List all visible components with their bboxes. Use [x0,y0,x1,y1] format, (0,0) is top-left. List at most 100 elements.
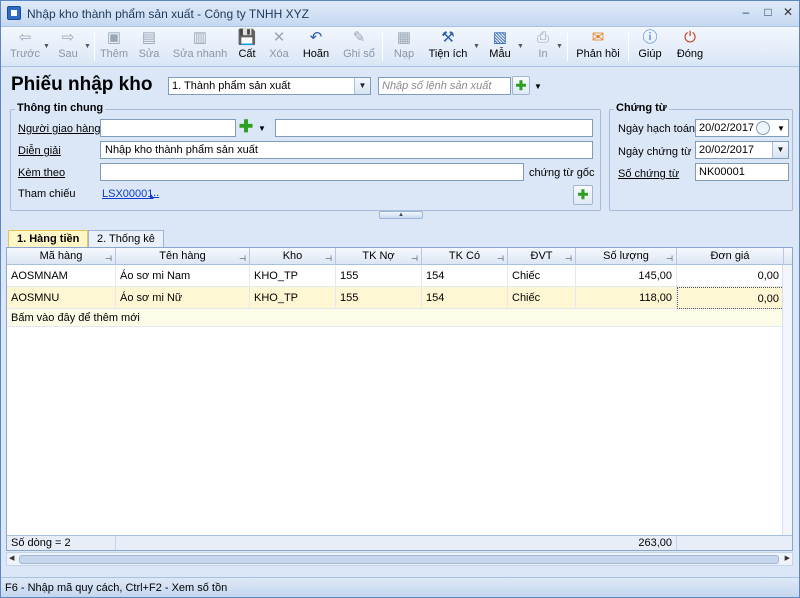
back-caret-icon[interactable]: ▼ [43,43,50,50]
chevron-down-icon[interactable]: ▼ [772,142,788,158]
help-icon: ⓘ [642,29,658,46]
toolbar-separator [382,33,383,61]
deliverer-caret-icon[interactable]: ▼ [258,124,266,133]
back-button[interactable]: ⇦ Trước [7,29,43,65]
app-icon [7,6,21,20]
load-icon: ▦ [396,29,412,46]
print-button[interactable]: ⎙ In [532,29,554,65]
page-title: Phiếu nhập kho [11,74,153,95]
collapse-header-handle[interactable]: ▲ [379,211,423,219]
load-order-caret-icon[interactable]: ▼ [534,82,542,91]
reference-label: Tham chiếu [18,188,76,200]
column-header[interactable]: Đơn giá [677,248,784,265]
add-icon: ✚ [515,78,527,93]
attach-suffix-label: chứng từ gốc [529,167,595,179]
detail-grid: Mã hàng ⊣ Tên hàng ⊣ Kho ⊣ TK Nợ ⊣ TK Có ⊣ ĐV… [6,247,793,551]
utilities-caret-icon[interactable]: ▼ [473,43,480,50]
template-button[interactable]: ▧ Mẫu [486,29,514,65]
pencil-icon: ✎ [352,29,366,46]
floppy-icon: 💾 [237,29,257,46]
load-order-button[interactable]: ✚ [512,76,530,95]
utilities-button[interactable]: ⚒ Tiện ích [427,29,469,65]
template-caret-icon[interactable]: ▼ [517,43,524,50]
total-quantity: 263,00 [576,536,677,550]
edit-button[interactable]: ▤ Sửa [136,29,162,65]
add-new-row[interactable]: Bấm vào đây để thêm mới [7,309,792,327]
table-row[interactable]: AOSMNAM Áo sơ mi Nam KHO_TP 155 154 Chiế… [7,265,792,287]
voucher-date-label: Ngày chứng từ [618,146,692,158]
chevron-right-icon[interactable]: ▶ [785,554,790,562]
feedback-button[interactable]: ✉ Phản hồi [575,29,621,65]
voucher-date-field[interactable]: 20/02/2017 ▼ [695,141,789,159]
description-field[interactable]: Nhập kho thành phẩm sản xuất [100,141,593,159]
horizontal-scrollbar[interactable]: ◀ ▶ [6,552,793,566]
column-header[interactable]: Mã hàng ⊣ [7,248,116,265]
voucher-type-select[interactable]: 1. Thành phẩm sản xuất ▼ [168,77,371,95]
row-count: Số dòng = 2 [7,536,116,550]
deliverer-label: Người giao hàng [18,123,101,135]
add-reference-button[interactable]: ✚ [573,185,593,205]
add-deliverer-icon[interactable]: ✚ [237,118,255,137]
title-bar: Nhập kho thành phẩm sản xuất - Công ty T… [1,1,799,27]
production-order-input[interactable]: Nhập số lệnh sản xuất [378,77,511,95]
vertical-scrollbar[interactable] [782,265,792,535]
delete-icon: ✕ [272,29,286,46]
column-header[interactable]: Kho ⊣ [250,248,336,265]
status-text: F6 - Nhập mã quy cách, Ctrl+F2 - Xem số … [5,582,228,594]
arrow-right-icon: ⇨ [61,29,75,46]
description-label: Diễn giải [18,145,61,157]
accounting-date-caret-icon[interactable]: ▼ [777,124,785,133]
delete-button[interactable]: ✕ Xóa [267,29,291,65]
clock-icon[interactable] [756,121,770,135]
accounting-date-field[interactable]: 20/02/2017 [695,119,789,137]
chevron-down-icon[interactable]: ▼ [354,78,370,94]
window-title: Nhập kho thành phẩm sản xuất - Công ty T… [27,7,309,21]
undo-icon: ↶ [309,29,323,46]
maximize-button[interactable]: □ [757,4,779,22]
grid-footer: Số dòng = 2 263,00 [7,535,792,550]
column-header[interactable]: TK Có ⊣ [422,248,508,265]
arrow-left-icon: ⇦ [18,29,32,46]
deliverer-code-field[interactable] [100,119,236,137]
column-header[interactable]: Số lượng ⊣ [576,248,677,265]
chevron-left-icon[interactable]: ◀ [9,554,14,562]
voucher-group-title: Chứng từ [614,102,669,114]
reference-more-link[interactable]: ... [150,187,159,199]
general-info-title: Thông tin chung [15,102,106,114]
close-button[interactable]: ⏻ Đóng [675,29,705,65]
tab-statistics[interactable]: 2. Thống kê [88,230,164,248]
voucher-no-field[interactable]: NK00001 [695,163,789,181]
grid-header: Mã hàng ⊣ Tên hàng ⊣ Kho ⊣ TK Nợ ⊣ TK Có ⊣ ĐV… [7,248,792,265]
tools-icon: ⚒ [441,29,455,46]
table-row[interactable]: AOSMNU Áo sơ mi Nữ KHO_TP 155 154 Chiếc … [7,287,792,309]
post-button[interactable]: ✎ Ghi sổ [342,29,376,65]
save-button[interactable]: 💾 Cất [236,29,258,65]
quick-edit-button[interactable]: ▥ Sửa nhanh [172,29,228,65]
add-button[interactable]: ▣ Thêm [99,29,129,65]
minimize-button[interactable]: – [735,4,757,22]
print-caret-icon[interactable]: ▼ [556,43,563,50]
attach-count-field[interactable] [100,163,524,181]
reference-link[interactable]: LSX00001 [102,188,153,200]
envelope-icon: ✉ [591,29,605,46]
voucher-no-label: Số chứng từ [618,168,680,180]
next-caret-icon[interactable]: ▼ [84,43,91,50]
column-header[interactable]: Tên hàng ⊣ [116,248,250,265]
add-icon: ✚ [577,187,589,202]
help-button[interactable]: ⓘ Giúp [637,29,663,65]
load-button[interactable]: ▦ Nạp [391,29,417,65]
toolbar-separator [567,33,568,61]
column-header[interactable]: ĐVT ⊣ [508,248,576,265]
add-doc-icon: ▣ [106,29,122,46]
next-button[interactable]: ⇨ Sau [53,29,83,65]
column-header[interactable]: TK Nợ ⊣ [336,248,422,265]
printer-icon: ⎙ [536,29,549,46]
attach-label: Kèm theo [18,167,66,179]
close-window-button[interactable]: ✕ [777,4,799,22]
deliverer-name-field[interactable] [275,119,593,137]
undo-button[interactable]: ↶ Hoãn [301,29,331,65]
accounting-date-label: Ngày hạch toán [618,123,696,135]
edit-doc-icon: ▤ [141,29,157,46]
toolbar: ⇦ Trước ▼ ⇨ Sau ▼ ▣ Thêm ▤ Sửa ▥ Sửa nha… [1,27,799,67]
scroll-thumb[interactable] [19,555,779,564]
